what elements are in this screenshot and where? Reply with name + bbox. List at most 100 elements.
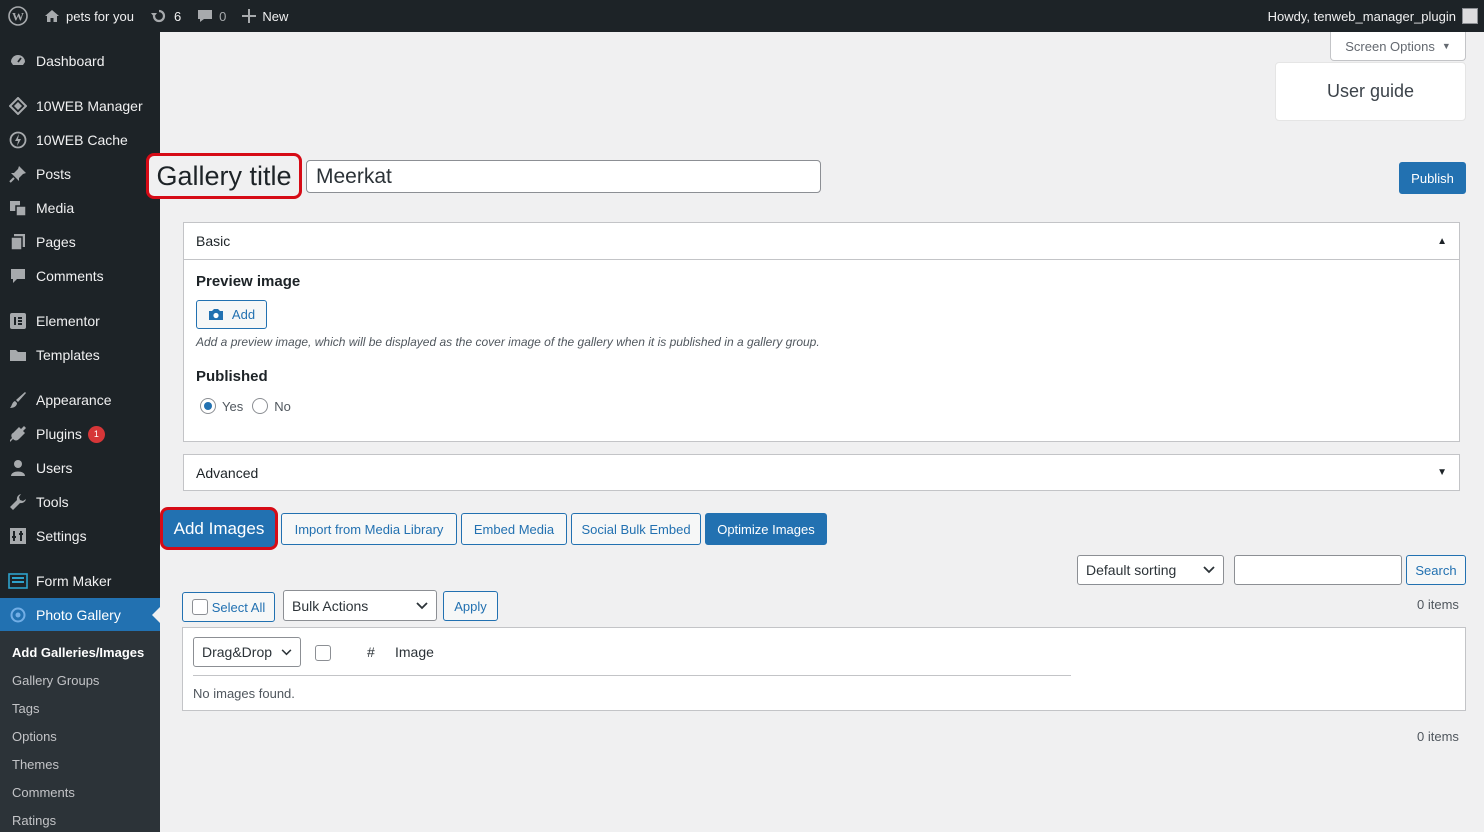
site-name: pets for you: [66, 8, 134, 24]
screen-options-button[interactable]: Screen Options ▼: [1330, 32, 1466, 61]
tenweb-cache-icon: [0, 131, 36, 149]
new-content-link[interactable]: New: [234, 0, 296, 32]
published-no-radio[interactable]: [252, 398, 269, 414]
dashboard-icon: [0, 52, 36, 70]
import-media-library-button[interactable]: Import from Media Library: [281, 513, 457, 545]
basic-panel-title: Basic: [196, 233, 231, 249]
sidebar-item-10web-cache[interactable]: 10WEB Cache: [0, 123, 160, 157]
comment-icon: [0, 267, 36, 285]
empty-table-message: No images found.: [193, 686, 295, 701]
select-all-checkbox[interactable]: [191, 599, 208, 615]
submenu-item-ratings[interactable]: Ratings: [12, 813, 56, 828]
search-button[interactable]: Search: [1406, 555, 1466, 585]
sidebar-item-label: Photo Gallery: [36, 607, 121, 623]
svg-text:W: W: [12, 10, 24, 24]
submenu-item-comments[interactable]: Comments: [12, 785, 75, 800]
brush-icon: [0, 391, 36, 409]
embed-media-button[interactable]: Embed Media: [461, 513, 567, 545]
comments-link[interactable]: 0: [189, 0, 234, 32]
form-icon: [0, 573, 36, 589]
basic-settings-panel: Basic ▲ Preview image Add Add a preview …: [183, 222, 1460, 442]
preview-image-description: Add a preview image, which will be displ…: [196, 335, 820, 349]
sidebar-item-form-maker[interactable]: Form Maker: [0, 564, 160, 598]
pin-icon: [0, 165, 36, 183]
expand-arrow-down-icon[interactable]: ▼: [1437, 467, 1447, 478]
chevron-down-icon: [281, 648, 292, 656]
comments-count: 0: [219, 8, 227, 24]
column-header-number: #: [367, 644, 375, 660]
sidebar-item-label: 10WEB Cache: [36, 132, 128, 148]
sidebar-item-dashboard[interactable]: Dashboard: [0, 44, 160, 78]
tenweb-manager-icon: [0, 97, 36, 115]
updates-link[interactable]: 6: [142, 0, 189, 32]
add-preview-label: Add: [231, 307, 256, 322]
submenu-item-options[interactable]: Options: [12, 729, 57, 744]
basic-panel-header[interactable]: Basic ▲: [184, 223, 1459, 260]
screen-options-label: Screen Options: [1345, 38, 1435, 54]
optimize-images-button[interactable]: Optimize Images: [705, 513, 827, 545]
submenu-item-themes[interactable]: Themes: [12, 757, 59, 772]
advanced-settings-panel[interactable]: Advanced ▼: [183, 454, 1460, 491]
sidebar-item-tools[interactable]: Tools: [0, 485, 160, 519]
avatar: [1462, 8, 1478, 24]
social-bulk-embed-button[interactable]: Social Bulk Embed: [571, 513, 701, 545]
sidebar-item-label: Users: [36, 460, 73, 476]
new-label: New: [262, 8, 289, 24]
advanced-panel-title: Advanced: [196, 464, 259, 481]
wrench-icon: [0, 493, 36, 511]
apply-button[interactable]: Apply: [443, 591, 498, 621]
sidebar-item-label: Settings: [36, 528, 87, 544]
collapse-arrow-up-icon[interactable]: ▲: [1437, 236, 1447, 247]
items-count-top: 0 items: [1417, 597, 1459, 612]
site-name-link[interactable]: pets for you: [36, 0, 142, 32]
settings-icon: [0, 527, 36, 545]
sidebar-item-elementor[interactable]: Elementor: [0, 304, 160, 338]
submenu-item-add-galleries[interactable]: Add Galleries/Images: [12, 645, 144, 660]
sorting-value: Default sorting: [1086, 562, 1177, 578]
sidebar-item-users[interactable]: Users: [0, 451, 160, 485]
published-radio-group: Yes No: [200, 398, 291, 414]
plugins-update-badge: 1: [87, 425, 105, 443]
gallery-title-input[interactable]: [306, 160, 821, 193]
sidebar-item-photo-gallery[interactable]: Photo Gallery: [0, 598, 160, 632]
published-yes-radio[interactable]: [200, 398, 216, 414]
add-images-button[interactable]: Add Images: [160, 507, 278, 550]
sidebar-item-label: Templates: [36, 347, 100, 363]
order-mode-value: Drag&Drop: [202, 644, 273, 660]
submenu-item-tags[interactable]: Tags: [12, 701, 39, 716]
plug-icon: [0, 425, 36, 443]
bulk-actions-select[interactable]: Bulk Actions: [283, 590, 437, 621]
sidebar-item-posts[interactable]: Posts: [0, 157, 160, 191]
publish-button[interactable]: Publish: [1399, 162, 1466, 194]
sidebar-item-comments[interactable]: Comments: [0, 259, 160, 293]
search-input[interactable]: [1234, 555, 1402, 585]
order-mode-select[interactable]: Drag&Drop: [193, 637, 301, 667]
updates-count: 6: [173, 8, 182, 24]
items-count-bottom: 0 items: [1417, 729, 1459, 744]
chevron-down-icon: [1203, 566, 1215, 574]
sidebar-item-settings[interactable]: Settings: [0, 519, 160, 553]
sidebar-item-templates[interactable]: Templates: [0, 338, 160, 372]
elementor-icon: [0, 312, 36, 330]
user-guide-button[interactable]: User guide: [1275, 62, 1466, 121]
sidebar-item-10web-manager[interactable]: 10WEB Manager: [0, 89, 160, 123]
plus-icon: [242, 9, 257, 23]
sidebar-item-appearance[interactable]: Appearance: [0, 383, 160, 417]
sidebar-item-plugins[interactable]: Plugins 1: [0, 417, 160, 451]
sorting-select[interactable]: Default sorting: [1077, 555, 1224, 585]
user-guide-label: User guide: [1326, 81, 1415, 101]
wordpress-logo-icon[interactable]: W: [0, 0, 36, 32]
sidebar-item-label: Pages: [36, 234, 76, 250]
sidebar-item-media[interactable]: Media: [0, 191, 160, 225]
published-no-label: No: [274, 398, 291, 414]
sidebar-item-pages[interactable]: Pages: [0, 225, 160, 259]
header-select-checkbox[interactable]: [315, 645, 331, 661]
submenu-item-gallery-groups[interactable]: Gallery Groups: [12, 673, 99, 688]
camera-icon: [208, 308, 224, 321]
sidebar-item-label: Comments: [36, 268, 104, 284]
add-preview-image-button[interactable]: Add: [196, 300, 267, 329]
gallery-title-label: Gallery title: [146, 153, 302, 199]
sidebar-item-label: Dashboard: [36, 53, 105, 69]
my-account-link[interactable]: Howdy, tenweb_manager_plugin: [1260, 0, 1484, 32]
select-all-button[interactable]: Select All: [182, 592, 275, 622]
